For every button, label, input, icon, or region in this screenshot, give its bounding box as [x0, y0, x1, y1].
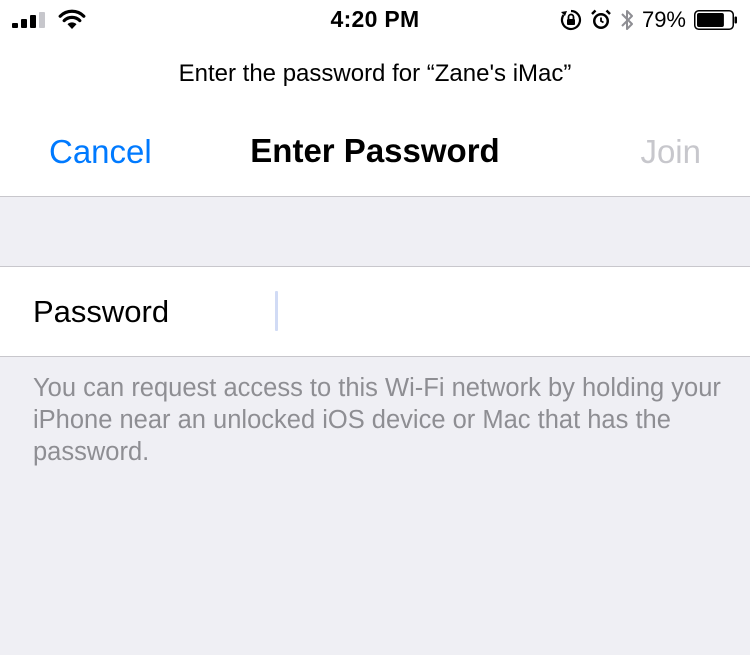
header-sheet: 4:20 PM 79% Enter the password for “Zane…	[0, 0, 750, 197]
bluetooth-icon	[621, 10, 633, 30]
page-title: Enter Password	[250, 132, 500, 169]
battery-percent: 79%	[641, 7, 686, 32]
join-button[interactable]: Join	[640, 133, 701, 171]
footer-note: You can request access to this Wi-Fi net…	[33, 374, 721, 466]
password-label: Password	[33, 294, 170, 329]
password-row[interactable]: Password	[0, 266, 750, 357]
text-cursor	[275, 291, 278, 331]
orientation-lock-icon	[560, 9, 582, 31]
password-input[interactable]	[270, 285, 736, 337]
alarm-icon	[591, 9, 611, 29]
status-right-group: 79%	[560, 6, 738, 34]
network-prompt: Enter the password for “Zane's iMac”	[178, 60, 572, 87]
status-bar: 4:20 PM 79%	[0, 0, 750, 40]
battery-icon	[694, 10, 737, 30]
